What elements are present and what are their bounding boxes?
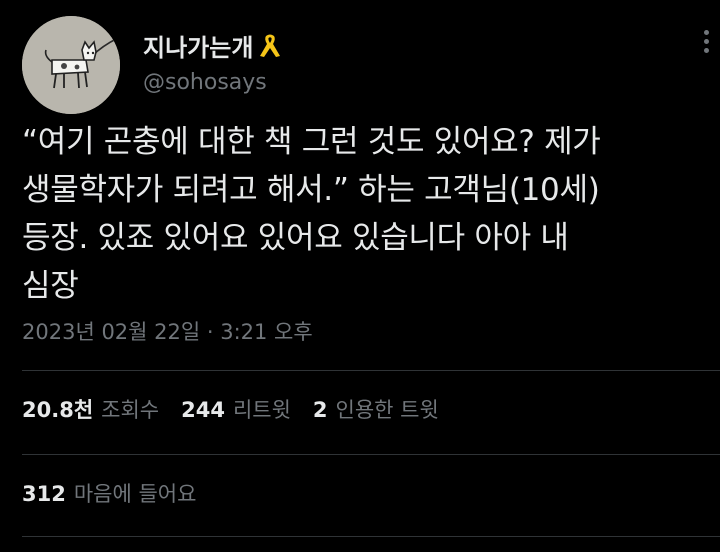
author-handle[interactable]: @sohosays — [143, 70, 267, 95]
quotes-count: 2 — [312, 398, 328, 422]
divider — [22, 370, 720, 371]
retweets-stat[interactable]: 244 리트윗 — [181, 394, 291, 424]
quotes-label: 인용한 트윗 — [335, 398, 439, 422]
views-label: 조회수 — [101, 398, 160, 422]
likes-row: 312 마음에 들어요 — [22, 478, 218, 508]
quotes-stat[interactable]: 2 인용한 트윗 — [313, 394, 439, 424]
retweets-label: 리트윗 — [232, 398, 291, 422]
retweets-count: 244 — [181, 398, 225, 422]
divider — [22, 454, 720, 455]
likes-count: 312 — [22, 482, 66, 506]
tweet-timestamp[interactable]: 2023년 02월 22일 · 3:21 오후 — [22, 316, 313, 346]
stats-row: 20.8천 조회수 244 리트윗 2 인용한 트윗 — [22, 394, 461, 424]
likes-stat[interactable]: 312 마음에 들어요 — [22, 478, 196, 508]
tweet-text: “여기 곤충에 대한 책 그런 것도 있어요? 제가 생물학자가 되려고 해서.… — [22, 124, 601, 304]
views-stat[interactable]: 20.8천 조회수 — [22, 394, 159, 424]
author-display-name[interactable]: 지나가는개 — [143, 28, 253, 63]
author-display-name-row[interactable]: 지나가는개 — [143, 28, 283, 63]
avatar[interactable] — [22, 16, 120, 114]
dog-drawing-avatar-icon — [22, 16, 120, 114]
divider — [22, 536, 720, 537]
yellow-ribbon-icon — [260, 34, 281, 57]
likes-label: 마음에 들어요 — [73, 482, 197, 506]
more-options-icon[interactable] — [700, 30, 712, 56]
views-count: 20.8천 — [22, 398, 94, 422]
